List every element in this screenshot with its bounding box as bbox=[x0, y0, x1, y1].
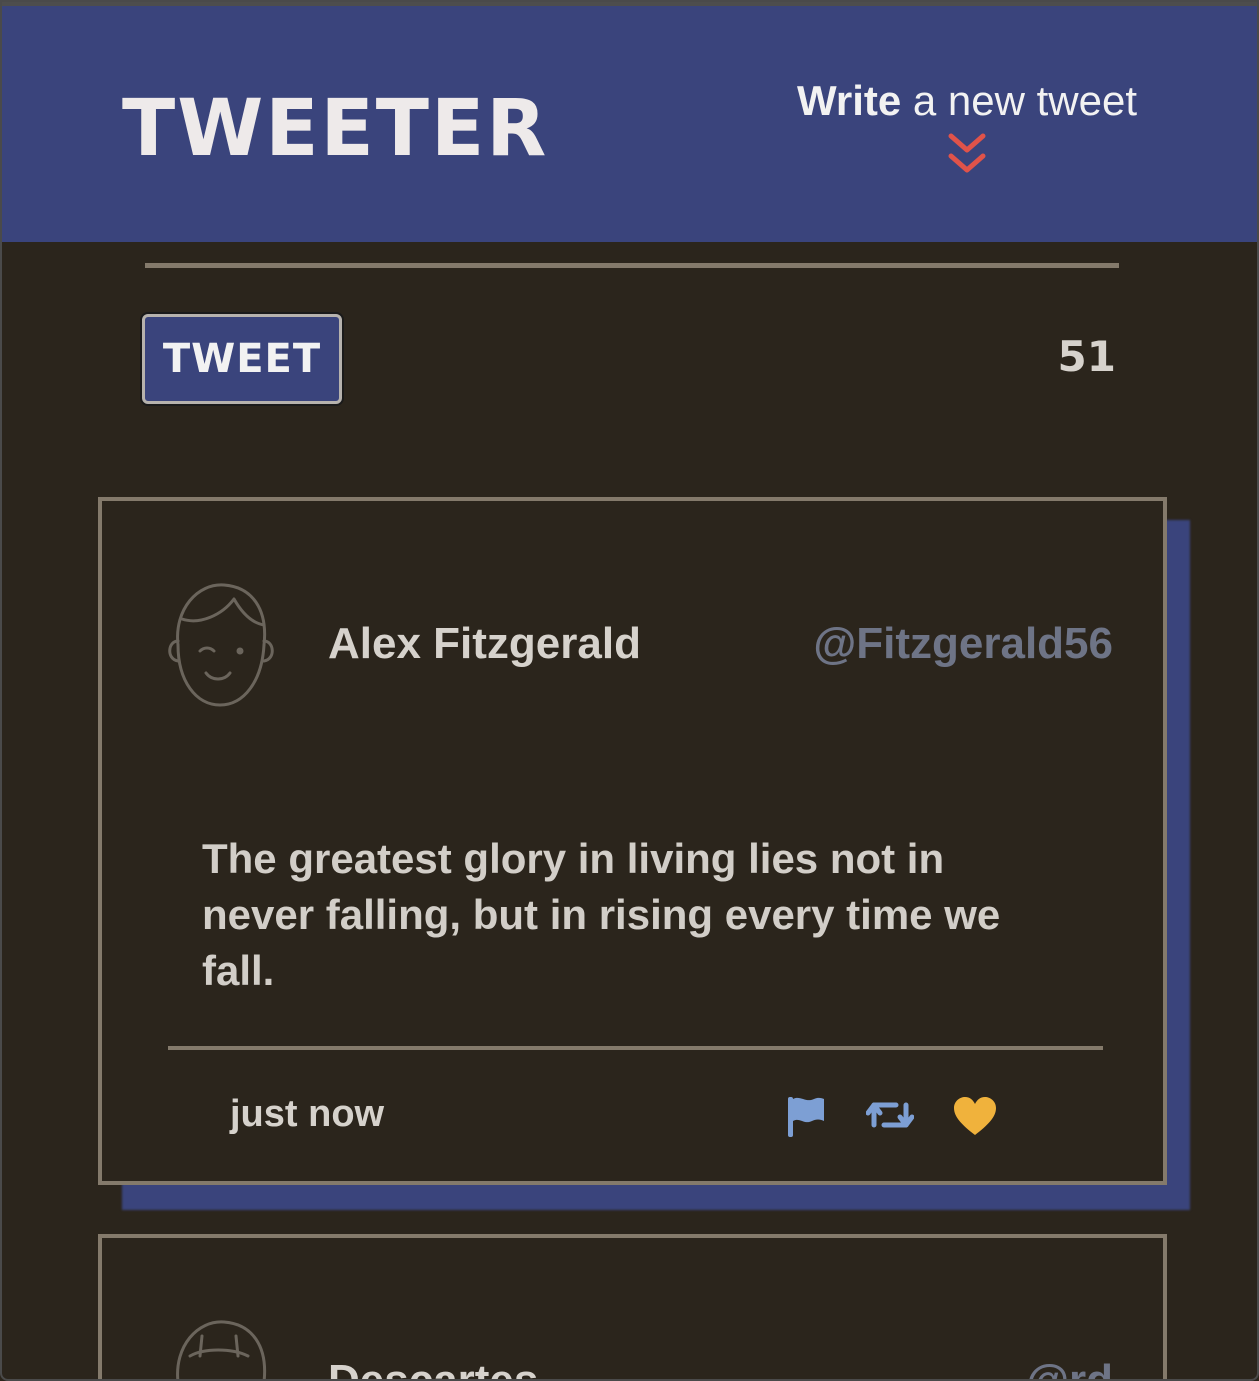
char-counter: 51 bbox=[1057, 332, 1116, 381]
flag-icon[interactable] bbox=[786, 1095, 826, 1143]
write-label-bold: Write bbox=[796, 77, 902, 124]
tweet-card: Alex Fitzgerald @Fitzgerald56 The greate… bbox=[98, 497, 1167, 1185]
tweet-author-name: Alex Fitzgerald bbox=[328, 619, 641, 668]
top-nav: TWEETER Write a new tweet bbox=[2, 2, 1257, 242]
tweet-text: The greatest glory in living lies not in… bbox=[202, 835, 1001, 994]
tweet-footer-divider bbox=[168, 1046, 1103, 1050]
write-label-rest: a new tweet bbox=[901, 77, 1138, 124]
tweet-author-handle: @rd bbox=[1026, 1356, 1113, 1381]
avatar-icon bbox=[168, 583, 274, 707]
tweet-actions bbox=[786, 1095, 1016, 1141]
app-frame: TWEETER Write a new tweet TWEET 51 Alex … bbox=[0, 0, 1259, 1381]
retweet-icon[interactable] bbox=[865, 1095, 915, 1139]
heart-icon[interactable] bbox=[952, 1095, 998, 1141]
write-new-tweet-toggle[interactable]: Write a new tweet bbox=[772, 77, 1162, 198]
tweet-author-name: Descartes bbox=[328, 1356, 539, 1381]
avatar-icon bbox=[176, 1320, 267, 1379]
tweet-card: Descartes @rd bbox=[98, 1234, 1167, 1381]
composer-divider bbox=[145, 263, 1119, 268]
tweet-submit-button[interactable]: TWEET bbox=[142, 314, 342, 404]
brand-logo: TWEETER bbox=[122, 84, 549, 174]
tweet-timestamp: just now bbox=[230, 1093, 385, 1135]
tweet-author-handle: @Fitzgerald56 bbox=[813, 619, 1113, 668]
double-chevron-down-icon bbox=[948, 133, 986, 173]
write-new-tweet-label: Write a new tweet bbox=[772, 77, 1162, 124]
